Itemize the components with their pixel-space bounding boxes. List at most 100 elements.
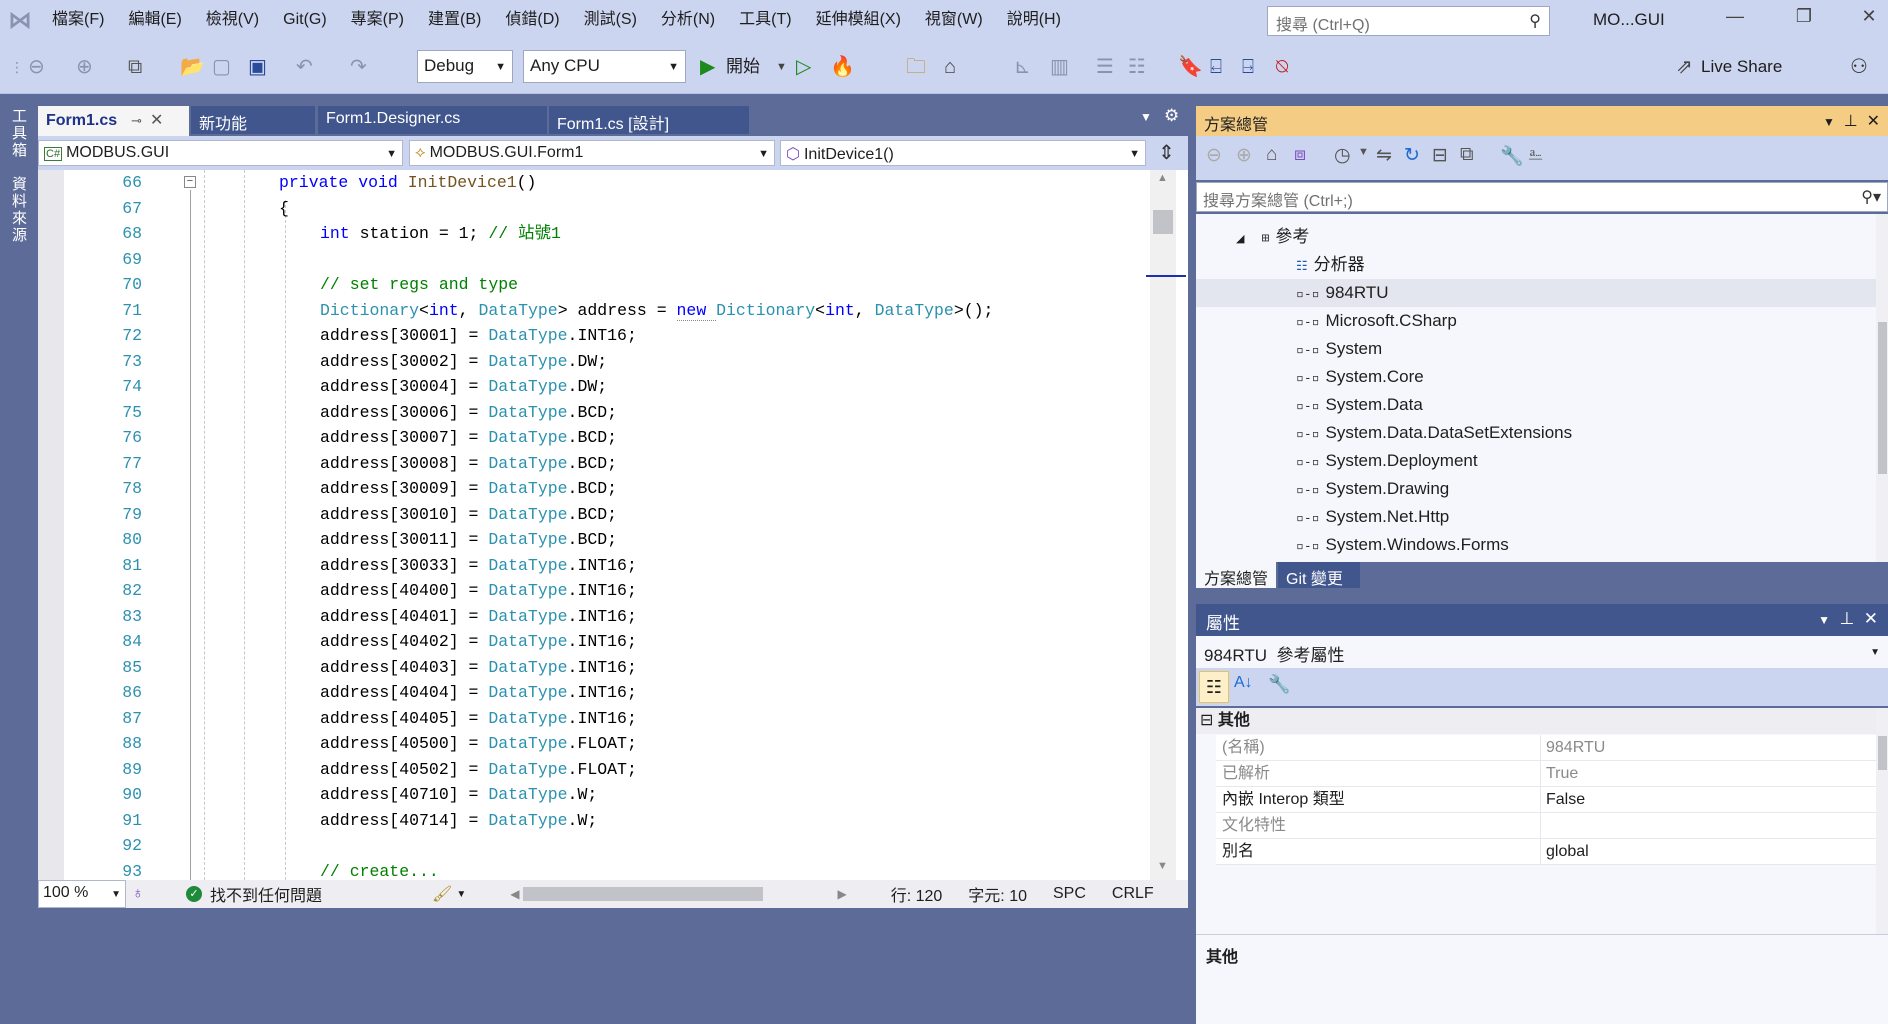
pending-changes-filter-icon[interactable]: ◷ [1334,144,1351,167]
property-value[interactable]: False [1546,787,1585,813]
preview-icon[interactable]: ⎁ [1528,144,1543,166]
scroll-left-icon[interactable]: ◀ [510,887,519,901]
menu-item[interactable]: 測試(S) [572,0,649,40]
toolbox-tab[interactable]: 工具箱 [8,108,29,159]
scroll-up-icon[interactable]: ▲ [1157,172,1168,184]
collapse-category-icon[interactable]: ⊟ [1200,712,1213,729]
open-file-icon[interactable]: 📂 [180,52,205,82]
properties-scrollbar[interactable] [1876,708,1888,934]
refresh-icon[interactable]: ↻ [1404,144,1420,167]
scroll-right-icon[interactable]: ▶ [837,887,846,901]
menu-item[interactable]: 專案(P) [339,0,416,40]
menu-item[interactable]: 編輯(E) [116,0,193,40]
menu-item[interactable]: 檔案(F) [40,0,116,40]
property-pages-wrench-icon[interactable]: 🔧 [1268,674,1290,695]
close-icon[interactable]: ✕ [150,112,163,129]
start-button[interactable]: 開始 [726,52,760,82]
tree-item[interactable]: ▫-▫ System.Windows.Forms [1196,531,1876,559]
browser-link-icon[interactable]: ⌂ [944,52,956,82]
tree-scrollbar[interactable] [1876,214,1888,562]
property-row[interactable]: 別名 global [1216,839,1876,865]
start-play-icon[interactable]: ▶ [700,52,715,82]
menu-item[interactable]: Git(G) [271,0,339,40]
properties-object-selector[interactable]: 984RTU 參考屬性 ▼ [1196,636,1888,668]
tab-whats-new[interactable]: 新功能 [191,106,315,134]
tree-item[interactable]: ▫-▫ 984RTU [1196,279,1876,307]
navigate-back-icon[interactable]: ⊖ [28,52,45,82]
search-box[interactable]: 搜尋 (Ctrl+Q) ⚲ [1267,6,1550,36]
editor-vertical-scrollbar[interactable]: ▲ ▼ [1146,170,1186,880]
comment-icon[interactable]: ☰ [1096,52,1114,82]
tree-item[interactable]: ▫-▫ System [1196,335,1876,363]
tree-item[interactable]: ▫-▫ System.Deployment [1196,447,1876,475]
zoom-dropdown[interactable]: 100 % ▼ [38,880,126,908]
back-icon[interactable]: ⊖ [1206,144,1222,167]
show-all-files-icon[interactable]: ⧉ [1460,144,1474,166]
close-window-button[interactable]: ✕ [1849,6,1888,27]
split-window-icon[interactable]: ⇕ [1158,140,1175,165]
collapse-all-icon[interactable]: ⊟ [1432,144,1448,167]
member-dropdown[interactable]: ⬡ InitDevice1() ▼ [780,140,1146,166]
menu-item[interactable]: 工具(T) [727,0,803,40]
category-other[interactable]: ⊟ 其他 [1196,708,1876,734]
home-icon[interactable]: ⌂ [1266,144,1277,166]
line-ending-status[interactable]: CRLF [1112,885,1154,903]
navigate-forward-icon[interactable]: ⊕ [76,52,93,82]
pin-icon[interactable]: ⊥ [1839,609,1854,628]
tab-form1-designer-cs[interactable]: Form1.Designer.cs [318,106,547,134]
expanded-arrow-icon[interactable]: ◢ [1236,233,1248,245]
window-position-dropdown-icon[interactable]: ▼ [1818,613,1830,627]
forward-icon[interactable]: ⊕ [1236,144,1252,167]
tab-solution-explorer[interactable]: 方案總管 [1196,562,1276,588]
scrollbar-thumb[interactable] [1153,210,1173,234]
gear-icon[interactable]: ⚙ [1164,106,1179,126]
close-icon[interactable]: ✕ [1867,113,1880,130]
line-number-status[interactable]: 行: 120 [891,882,943,906]
tree-scrollbar-thumb[interactable] [1878,322,1887,474]
tab-form1-design[interactable]: Form1.cs [設計] [549,106,749,134]
sync-icon[interactable]: ⇋ [1376,144,1392,167]
minimize-button[interactable]: — [1715,6,1755,27]
class-dropdown[interactable]: ⟡ MODBUS.GUI.Form1 ▼ [409,140,775,166]
code-editor[interactable]: − 66 private void InitDevice1() 67{68 int s… [38,170,1188,880]
project-dropdown[interactable]: C# MODBUS.GUI ▼ [38,140,403,166]
menu-item[interactable]: 視窗(W) [913,0,995,40]
redo-icon[interactable]: ↷ [350,52,367,82]
tab-git-changes[interactable]: Git 變更 [1278,562,1360,588]
step-icon[interactable]: ⊾ [1014,52,1031,82]
menu-item[interactable]: 偵錯(D) [493,0,571,40]
hot-reload-icon[interactable]: 🔥 [830,52,855,82]
start-dropdown-icon[interactable]: ▼ [776,52,787,82]
tab-list-dropdown-icon[interactable]: ▼ [1140,110,1152,124]
categorized-icon[interactable]: ☷ [1199,671,1229,703]
menu-item[interactable]: 檢視(V) [194,0,271,40]
start-without-debugging-icon[interactable]: ▷ [796,52,811,82]
properties-scrollbar-thumb[interactable] [1878,736,1887,770]
property-row[interactable]: 內嵌 Interop 類型 False [1216,787,1876,813]
alphabetical-sort-icon[interactable]: A↓ [1234,674,1253,692]
menu-item[interactable]: 建置(B) [416,0,493,40]
chevron-down-icon[interactable]: ▼ [1358,146,1369,158]
property-row[interactable]: 已解析 True [1216,761,1876,787]
window-position-dropdown-icon[interactable]: ▼ [1823,115,1835,129]
feedback-icon[interactable]: ⚇ [1850,52,1868,82]
issues-status[interactable]: 找不到任何問題 [210,882,322,906]
chevron-down-icon[interactable]: ▼ [456,889,466,900]
data-sources-tab[interactable]: 資料來源 [8,176,29,244]
tree-item[interactable]: ▫-▫ System.Net.Http [1196,503,1876,531]
code-cleanup-icon[interactable]: 🖌 [432,884,452,904]
scroll-down-icon[interactable]: ▼ [1157,860,1168,872]
uncomment-icon[interactable]: ☷ [1128,52,1146,82]
tree-item[interactable]: ▫-▫ System.Data.DataSetExtensions [1196,419,1876,447]
property-row[interactable]: (名稱) 984RTU [1216,735,1876,761]
solution-explorer-search[interactable]: 搜尋方案總管 (Ctrl+;) ⚲▾ [1196,182,1888,212]
close-icon[interactable]: ✕ [1864,609,1878,628]
tree-item[interactable]: ▫-▫ Microsoft.CSharp [1196,307,1876,335]
find-in-files-icon[interactable]: 🗀 [906,52,926,82]
tree-item[interactable]: ▫-▫ System.Core [1196,363,1876,391]
tree-item[interactable]: ▫-▫ System.Data [1196,391,1876,419]
save-all-icon[interactable]: ▣ [248,52,267,82]
bookmark-icon[interactable]: 🔖 [1178,52,1203,82]
whitespace-status[interactable]: SPC [1053,885,1086,903]
tree-item[interactable]: ☷ 分析器 [1196,251,1876,279]
